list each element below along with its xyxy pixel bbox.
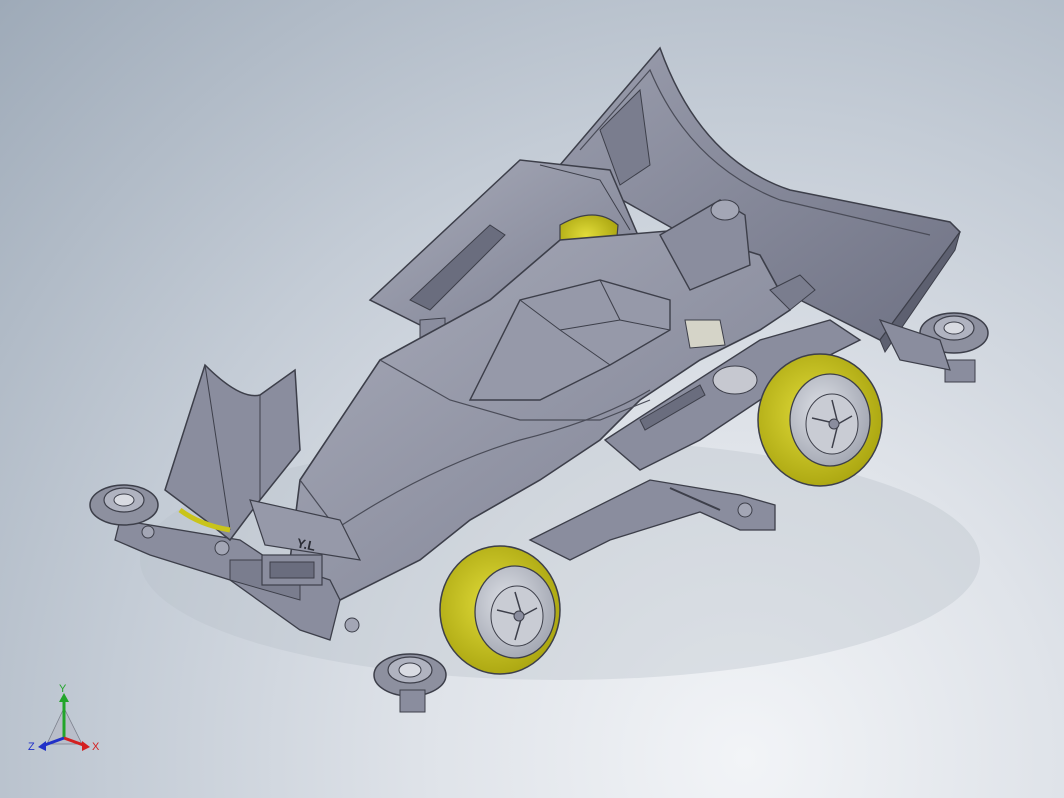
x-axis-label: X: [92, 741, 100, 753]
z-axis-arrow: [38, 741, 46, 751]
rear-right-wheel[interactable]: [757, 353, 883, 487]
front-right-roller[interactable]: [373, 653, 447, 713]
y-axis-label: Y: [59, 683, 67, 695]
z-axis-label: Z: [28, 741, 35, 753]
graphics-viewport[interactable]: Y.L Y X Z: [0, 0, 1064, 798]
car-3d-model[interactable]: Y.L: [0, 0, 1064, 798]
front-right-wheel[interactable]: [439, 545, 561, 675]
reference-triad[interactable]: Y X Z: [22, 680, 112, 760]
x-axis-arrow: [82, 741, 90, 751]
